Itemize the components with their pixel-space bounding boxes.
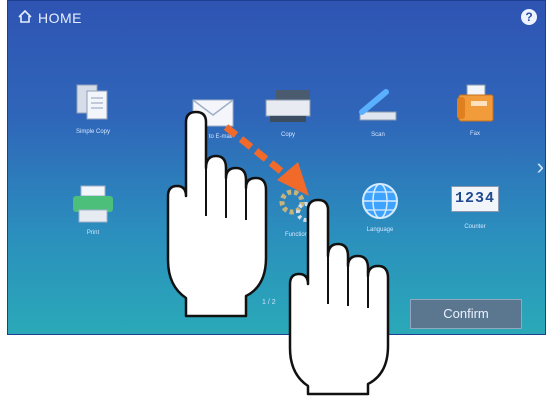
gesture-overlay bbox=[166, 110, 390, 396]
end-hand-icon bbox=[288, 198, 390, 396]
start-hand-icon bbox=[166, 110, 268, 318]
